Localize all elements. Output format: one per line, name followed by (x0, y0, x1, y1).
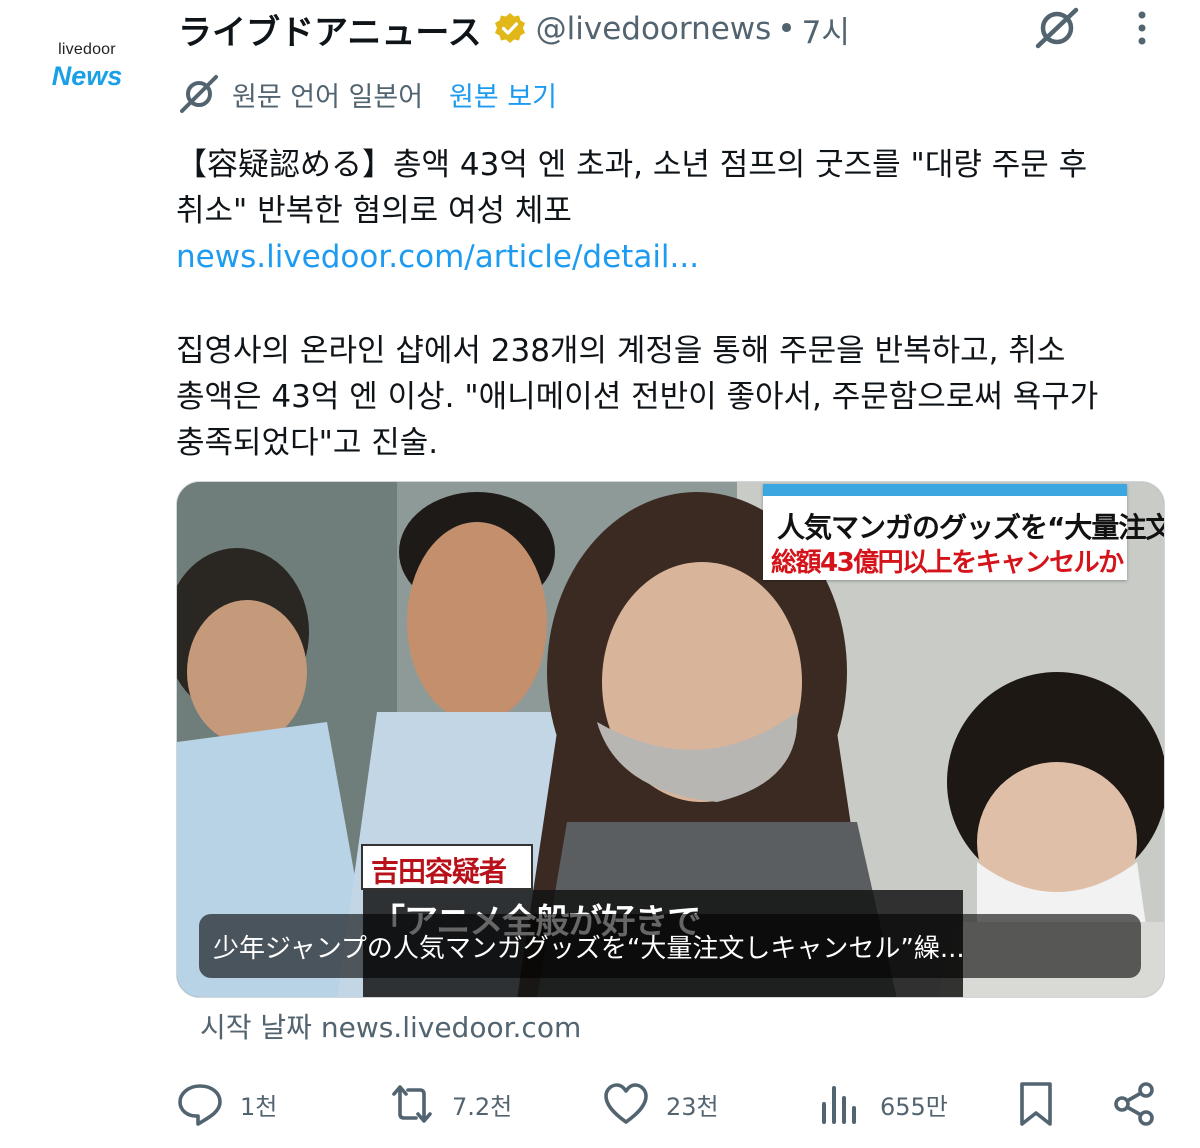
repost-button[interactable]: 7.2천 (388, 1074, 512, 1134)
action-bar: 1천 7.2천 23천 655만 (176, 1074, 1166, 1134)
tv-caption-line-1: 人気マンガのグッズを“大量注文” (777, 511, 1165, 544)
tweet-line-2: 취소" 반복한 혐의로 여성 체포 (176, 193, 572, 229)
translation-row: 원문 언어 일본어 원본 보기 (176, 70, 557, 118)
reply-button[interactable]: 1천 (176, 1074, 277, 1134)
translation-icon (176, 71, 222, 117)
more-icon[interactable] (1128, 8, 1156, 48)
article-link[interactable]: news.livedoor.com/article/detail... (176, 234, 1166, 280)
like-icon (604, 1083, 648, 1124)
share-button[interactable] (1110, 1074, 1158, 1134)
views-button[interactable]: 655만 (816, 1074, 948, 1134)
tweet-text: 【容疑認める】총액 43억 엔 초과, 소년 점프의 굿즈를 "대량 주문 후 … (176, 142, 1166, 280)
link-card-image[interactable]: 人気マンガのグッズを“大量注文” 総額43億円以上をキャンセルか 吉田容疑者 「… (176, 481, 1165, 998)
verified-badge-icon[interactable] (492, 11, 528, 47)
share-icon (1114, 1082, 1154, 1126)
tv-caption: 人気マンガのグッズを“大量注文” 総額43億円以上をキャンセルか (763, 484, 1164, 580)
timestamp[interactable]: 7시 (802, 7, 850, 52)
tweet-para2-line-2: 총액은 43억 엔 이상. "애니메이션 전반이 좋아서, 주문함으로써 욕구가 (176, 379, 1099, 415)
tweet-para2-line-1: 집영사의 온라인 샵에서 238개의 계정을 통해 주문을 반복하고, 취소 (176, 333, 1066, 369)
tv-name-text: 吉田容疑者 (371, 855, 507, 888)
separator-dot: • (777, 11, 796, 47)
bookmark-icon (1020, 1082, 1052, 1126)
tv-caption-line-2: 総額43億円以上をキャンセルか (771, 548, 1124, 578)
like-count: 23천 (666, 1092, 719, 1121)
views-count: 655만 (880, 1092, 948, 1121)
avatar-brand-top: livedoor (58, 40, 116, 58)
tweet-line-1: 【容疑認める】총액 43억 엔 초과, 소년 점프의 굿즈를 "대량 주문 후 (176, 147, 1088, 183)
display-name[interactable]: ライブドアニュース (178, 5, 482, 54)
repost-icon (392, 1085, 432, 1123)
handle[interactable]: @livedoornews (536, 11, 772, 47)
translate-icon[interactable] (1030, 4, 1084, 52)
tweet-paragraph-2: 집영사의 온라인 샵에서 238개의 계정을 통해 주문을 반복하고, 취소 총… (176, 328, 1166, 466)
views-icon (822, 1086, 856, 1124)
show-original-link[interactable]: 원본 보기 (449, 75, 557, 114)
card-title: 少年ジャンプの人気マンガグッズを“大量注文しキャンセル”繰... (213, 933, 965, 964)
reply-icon (178, 1084, 222, 1126)
tweet-para2-line-3: 충족되었다"고 진술. (176, 425, 439, 461)
avatar[interactable]: livedoor News (22, 14, 152, 144)
card-title-bar[interactable]: 少年ジャンプの人気マンガグッズを“大量注文しキャンセル”繰... (199, 914, 1141, 978)
tv-name-label: 吉田容疑者 (361, 844, 533, 890)
reply-count: 1천 (240, 1092, 278, 1121)
translation-label: 원문 언어 일본어 (232, 81, 424, 113)
like-button[interactable]: 23천 (602, 1074, 719, 1134)
link-source[interactable]: 시작 날짜 news.livedoor.com (200, 1006, 581, 1046)
repost-count: 7.2천 (452, 1092, 513, 1121)
avatar-brand-bottom: News (51, 60, 123, 91)
tweet-header: ライブドアニュース @livedoornews • 7시 (178, 5, 850, 54)
bookmark-button[interactable] (1012, 1074, 1060, 1134)
